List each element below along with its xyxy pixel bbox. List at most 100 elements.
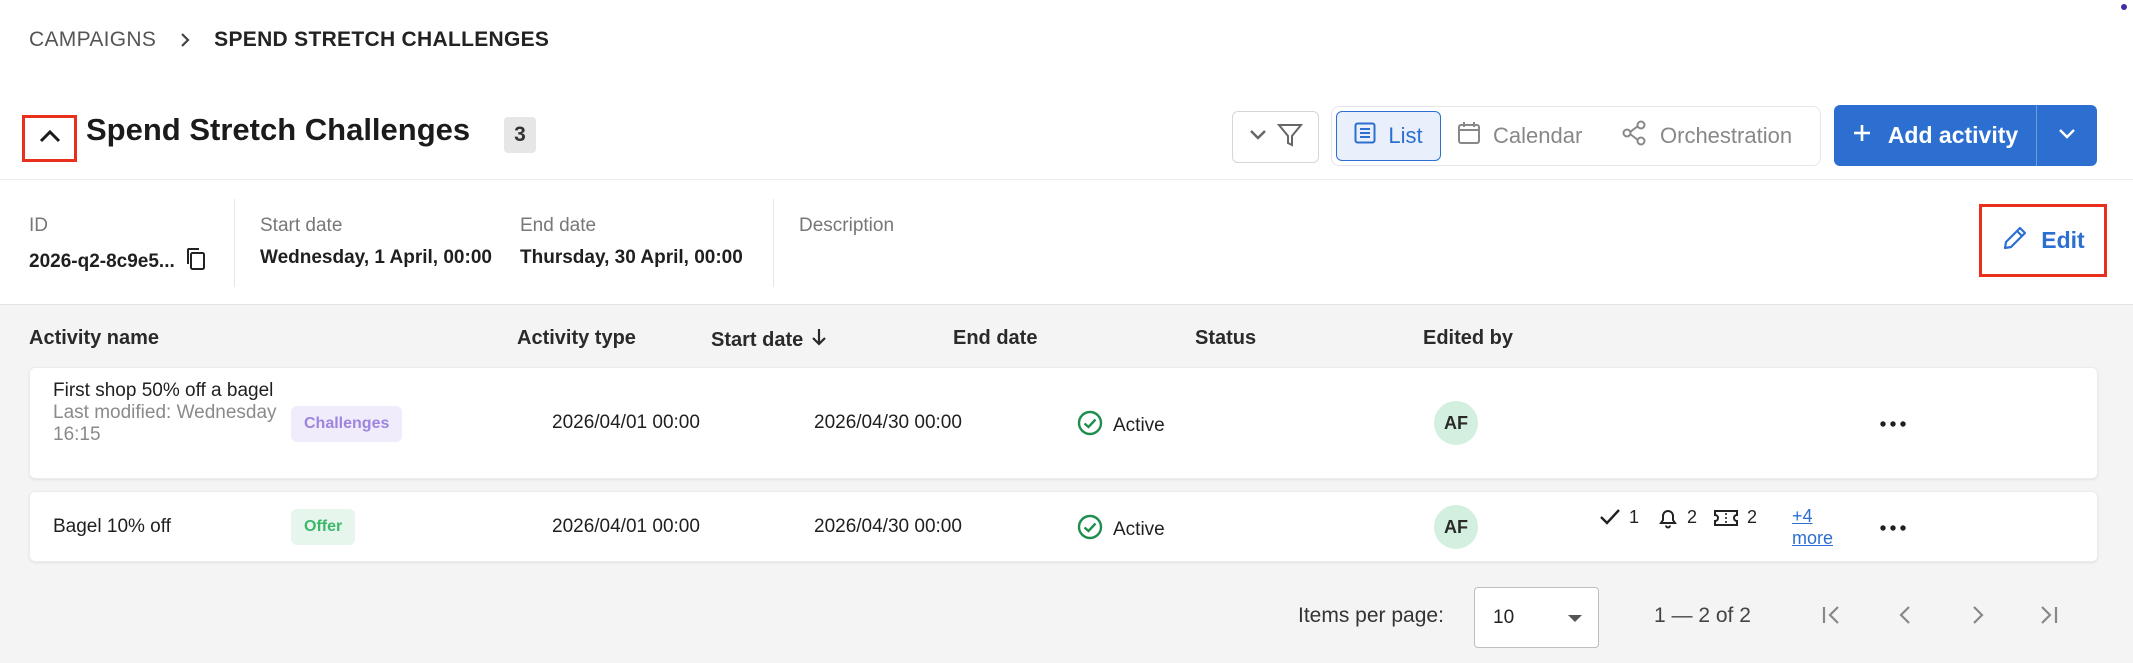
filter-button[interactable] [1232, 111, 1319, 163]
tab-list-label: List [1388, 123, 1423, 148]
chevron-up-icon [38, 128, 62, 149]
column-header-end-date[interactable]: End date [953, 327, 1037, 350]
activity-name[interactable]: First shop 50% off a bagel [53, 380, 283, 402]
meta-end-date: End date Thursday, 30 April, 00:00 [520, 215, 743, 269]
meta-start-value: Wednesday, 1 April, 00:00 [260, 247, 492, 268]
last-modified: Last modified: Wednesday 16:15 [53, 402, 277, 445]
status-cell: Active [1077, 410, 1165, 442]
meta-end-value: Thursday, 30 April, 00:00 [520, 247, 743, 268]
pagination-range: 1 — 2 of 2 [1654, 604, 1751, 627]
avatar: AF [1434, 505, 1478, 549]
ticket-icon [1713, 507, 1739, 534]
filter-icon [1276, 122, 1303, 153]
column-header-edited-by[interactable]: Edited by [1423, 327, 1513, 350]
edit-label: Edit [2041, 227, 2085, 253]
divider [773, 199, 774, 287]
next-page-button[interactable] [1961, 600, 1995, 634]
edit-button[interactable]: Edit [1979, 204, 2107, 277]
add-activity-main[interactable]: Add activity [1834, 105, 2036, 166]
more-indicators-link[interactable]: +4 more [1792, 505, 1838, 549]
calendar-icon [1457, 121, 1481, 151]
first-page-button[interactable] [1815, 600, 1849, 634]
bell-icon [1657, 507, 1679, 534]
more-horizontal-icon [1880, 414, 1906, 432]
divider [0, 179, 2133, 180]
divider [234, 199, 235, 287]
avatar: AF [1434, 401, 1478, 445]
tab-orchestration-label: Orchestration [1660, 123, 1793, 148]
tab-calendar[interactable]: Calendar [1457, 111, 1582, 161]
checks-count: 1 [1629, 507, 1640, 527]
meta-start-label: Start date [260, 215, 343, 236]
tab-calendar-label: Calendar [1493, 123, 1583, 148]
add-activity-label: Add activity [1887, 122, 2019, 148]
meta-description: Description [799, 215, 894, 247]
activity-type-badge: Offer [291, 509, 356, 545]
last-page-button[interactable] [2031, 600, 2065, 634]
collapse-button[interactable] [22, 115, 77, 162]
end-date-cell: 2026/04/30 00:00 [814, 516, 962, 537]
caret-down-icon [1568, 615, 1582, 622]
more-actions-button[interactable] [1873, 512, 1913, 542]
breadcrumb-campaigns-link[interactable]: CAMPAIGNS [29, 28, 156, 52]
chevron-down-icon [2058, 127, 2076, 145]
previous-page-button[interactable] [1888, 600, 1922, 634]
status-cell: Active [1077, 514, 1165, 546]
status-label: Active [1113, 519, 1165, 540]
chevron-left-icon [1897, 604, 1913, 631]
tab-orchestration[interactable]: Orchestration [1622, 111, 1792, 161]
meta-end-label: End date [520, 215, 597, 236]
status-label: Active [1113, 415, 1165, 436]
breadcrumb-current: SPEND STRETCH CHALLENGES [214, 28, 550, 51]
more-actions-button[interactable] [1873, 408, 1913, 438]
list-icon [1354, 122, 1376, 150]
alerts-count: 2 [1687, 507, 1698, 527]
meta-id-label: ID [29, 215, 48, 236]
table-row[interactable]: Bagel 10% off Offer 2026/04/01 00:00 202… [29, 491, 2098, 562]
plus-icon [1852, 122, 1872, 149]
activity-name-cell: First shop 50% off a bagel Last modified… [53, 380, 283, 446]
add-activity-button[interactable]: Add activity [1834, 105, 2097, 166]
chevron-down-icon [1249, 128, 1267, 146]
items-per-page-label: Items per page: [1298, 604, 1444, 627]
end-date-cell: 2026/04/30 00:00 [814, 412, 962, 433]
start-date-cell: 2026/04/01 00:00 [552, 412, 700, 433]
column-header-start-date[interactable]: Start date [711, 327, 827, 353]
meta-id-value: 2026-q2-8c9e5... [29, 251, 175, 272]
column-header-status[interactable]: Status [1195, 327, 1256, 350]
activity-name[interactable]: Bagel 10% off [53, 516, 283, 538]
activity-type-badge: Challenges [291, 406, 403, 442]
first-page-icon [1820, 604, 1844, 631]
chevron-right-icon [1970, 604, 1986, 631]
start-date-cell: 2026/04/01 00:00 [552, 516, 700, 537]
column-header-activity-name[interactable]: Activity name [29, 327, 159, 350]
view-switcher: List Calendar Orchestration [1331, 106, 1821, 166]
arrow-down-icon [811, 327, 827, 353]
orchestration-icon [1622, 120, 1648, 152]
checkmark-icon [1599, 507, 1621, 532]
copy-icon[interactable] [185, 247, 207, 277]
activity-count-badge: 3 [504, 117, 536, 153]
page-title: Spend Stretch Challenges [86, 112, 471, 147]
status-dot [2121, 4, 2127, 10]
column-header-activity-type[interactable]: Activity type [517, 327, 636, 350]
add-activity-dropdown-button[interactable] [2036, 105, 2097, 166]
alerts-indicator: 2 [1657, 507, 1697, 534]
tab-list[interactable]: List [1336, 111, 1441, 161]
campaign-header-panel: CAMPAIGNS SPEND STRETCH CHALLENGES Spend… [0, 0, 2133, 305]
check-circle-icon [1077, 514, 1103, 546]
checks-indicator: 1 [1599, 507, 1639, 532]
items-per-page-value: 10 [1493, 607, 1515, 628]
meta-id: ID 2026-q2-8c9e5... [29, 215, 207, 277]
check-circle-icon [1077, 410, 1103, 442]
items-per-page-select[interactable]: 10 [1474, 587, 1599, 648]
meta-description-label: Description [799, 215, 895, 236]
last-page-icon [2036, 604, 2060, 631]
pencil-icon [2001, 224, 2029, 258]
tickets-count: 2 [1747, 507, 1758, 527]
meta-start-date: Start date Wednesday, 1 April, 00:00 [260, 215, 492, 269]
column-header-start-label: Start date [711, 328, 804, 351]
breadcrumb: CAMPAIGNS SPEND STRETCH CHALLENGES [29, 28, 549, 52]
table-row[interactable]: First shop 50% off a bagel Last modified… [29, 367, 2098, 479]
more-horizontal-icon [1880, 518, 1906, 536]
